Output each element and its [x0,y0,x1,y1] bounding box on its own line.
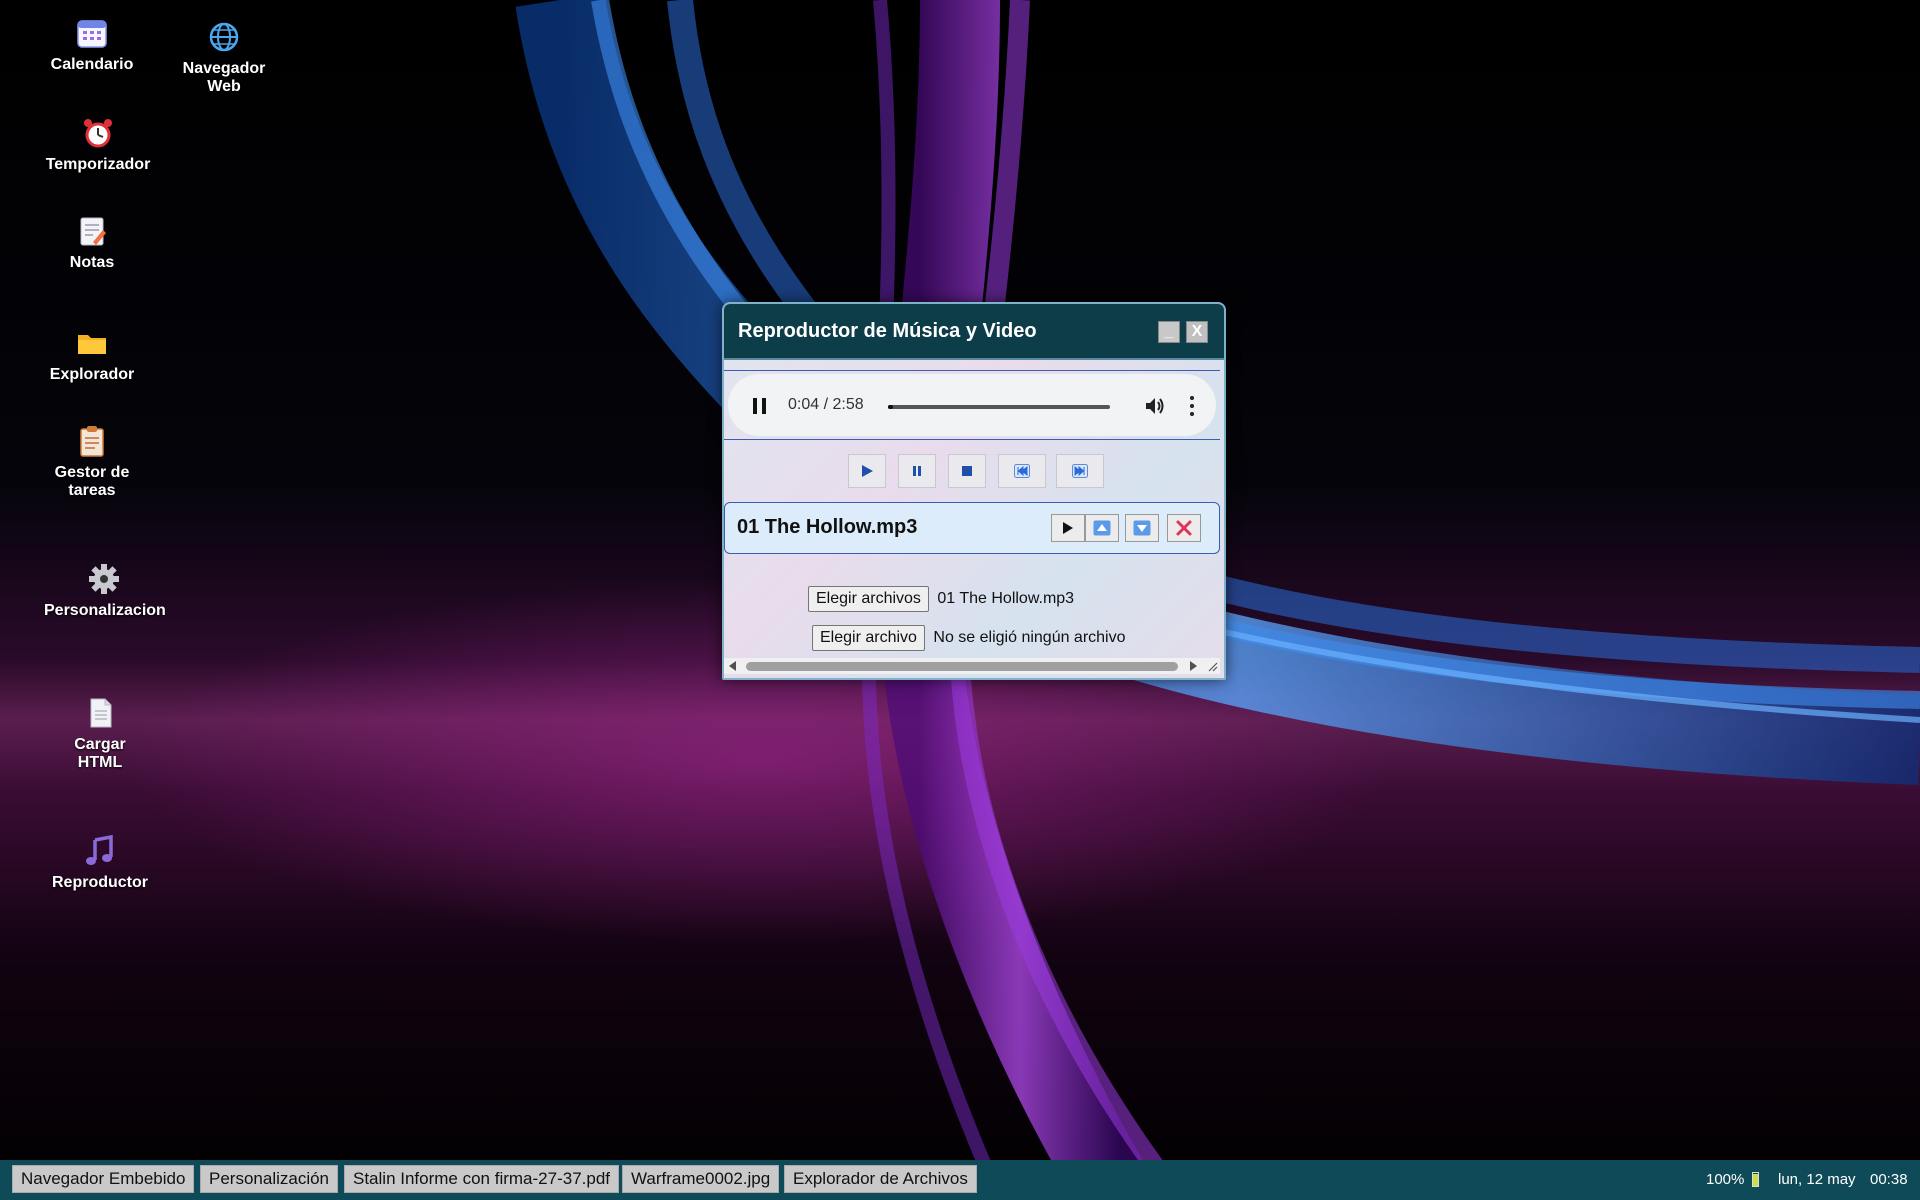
taskbar-item-explorador-de-archivos[interactable]: Explorador de Archivos [784,1165,977,1193]
desktop-icon-label: Navegador Web [182,60,266,95]
desktop-icon-label: Personalizacion [44,602,166,619]
scrollbar-thumb[interactable] [746,662,1178,671]
choose-file-button[interactable]: Elegir archivo [812,625,925,651]
battery-icon [1752,1172,1759,1187]
rewind-button[interactable] [998,454,1046,488]
taskbar-item-personalizacion[interactable]: Personalización [200,1165,339,1193]
playback-time: 0:04 / 2:58 [788,396,864,413]
desktop-icon-label: Gestor de tareas [54,464,130,499]
battery-level: 100% [1706,1171,1745,1188]
audio-controls: 0:04 / 2:58 [728,374,1216,436]
desktop-icon-label: Notas [69,254,115,271]
track-play-button[interactable] [1051,514,1085,542]
play-icon [862,465,873,477]
desktop-icon-calendario[interactable]: Calendario [32,16,152,74]
desktop-icon-label: Cargar HTML [74,736,126,771]
pause-button[interactable] [898,454,936,488]
desktop-icon-personalizacion[interactable]: Personalizacion [44,562,166,620]
desktop-icon-navegador-web[interactable]: Navegador Web [164,20,284,96]
tray-date: lun, 12 may [1778,1171,1856,1188]
volume-icon[interactable] [1144,396,1166,416]
pause-icon[interactable] [753,398,767,414]
seek-bar[interactable] [888,405,1110,409]
notes-icon [80,217,106,246]
fast-forward-icon [1072,464,1088,478]
track-name: 01 The Hollow.mp3 [737,516,918,538]
desktop-icon-temporizador[interactable]: Temporizador [38,116,158,174]
gear-icon [89,564,119,594]
pause-icon [913,466,921,476]
fast-forward-button[interactable] [1056,454,1104,488]
rewind-icon [1014,464,1030,478]
scroll-right-icon[interactable] [1190,661,1197,671]
alarm-clock-icon [84,119,112,148]
audio-player: 0:04 / 2:58 [724,370,1220,440]
calendar-icon [77,20,107,48]
window-title: Reproductor de Música y Video [738,320,1037,342]
stop-icon [962,466,972,476]
play-button[interactable] [848,454,886,488]
desktop-icon-label: Temporizador [45,156,151,173]
taskbar-item-navegador-embebido[interactable]: Navegador Embebido [12,1165,195,1193]
window-titlebar[interactable]: Reproductor de Música y Video _ X [724,304,1224,360]
desktop-icon-label: Explorador [49,366,135,383]
desktop-icon-gestor-de-tareas[interactable]: Gestor de tareas [32,424,152,500]
stop-button[interactable] [948,454,986,488]
horizontal-scrollbar[interactable] [724,658,1220,674]
choose-files-button[interactable]: Elegir archivos [808,586,929,612]
resize-grip-icon[interactable] [1206,660,1218,672]
play-icon [1063,522,1073,534]
taskbar-item-stalin-informe[interactable]: Stalin Informe con firma-27-37.pdf [344,1165,620,1193]
desktop-icon-reproductor[interactable]: Reproductor [40,834,160,892]
move-down-button[interactable] [1125,514,1159,542]
clipboard-icon [80,426,104,457]
move-down-icon [1133,520,1151,536]
tray-clock[interactable]: 00:38 [1870,1171,1908,1188]
desktop-icon-label: Reproductor [52,874,148,891]
playlist-item[interactable]: 01 The Hollow.mp3 [724,502,1220,554]
remove-track-button[interactable] [1167,514,1201,542]
globe-icon [209,22,239,52]
taskbar-item-warframe[interactable]: Warframe0002.jpg [622,1165,780,1193]
more-options-icon[interactable] [1190,396,1196,416]
folder-icon [78,335,106,354]
remove-icon [1176,520,1192,536]
desktop-icon-explorador[interactable]: Explorador [32,326,152,384]
single-file-input: Elegir archivo No se eligió ningún archi… [812,625,1126,651]
document-icon [90,698,112,728]
taskbar: Navegador Embebido Personalización Stali… [0,1160,1920,1200]
move-up-button[interactable] [1085,514,1119,542]
desktop-icon-cargar-html[interactable]: Cargar HTML [40,696,160,772]
chosen-files-label: 01 The Hollow.mp3 [937,590,1075,607]
close-button[interactable]: X [1186,321,1208,343]
chosen-file-label: No se eligió ningún archivo [933,629,1126,646]
music-note-icon [86,834,113,865]
desktop-icon-notas[interactable]: Notas [32,214,152,272]
minimize-button[interactable]: _ [1158,321,1180,343]
media-player-window[interactable]: Reproductor de Música y Video _ X 0:04 /… [722,302,1226,680]
desktop-icon-label: Calendario [50,56,134,73]
multi-file-input: Elegir archivos 01 The Hollow.mp3 [808,586,1074,612]
seek-bar-fill [888,405,893,409]
scroll-left-icon[interactable] [729,661,736,671]
move-up-icon [1093,520,1111,536]
